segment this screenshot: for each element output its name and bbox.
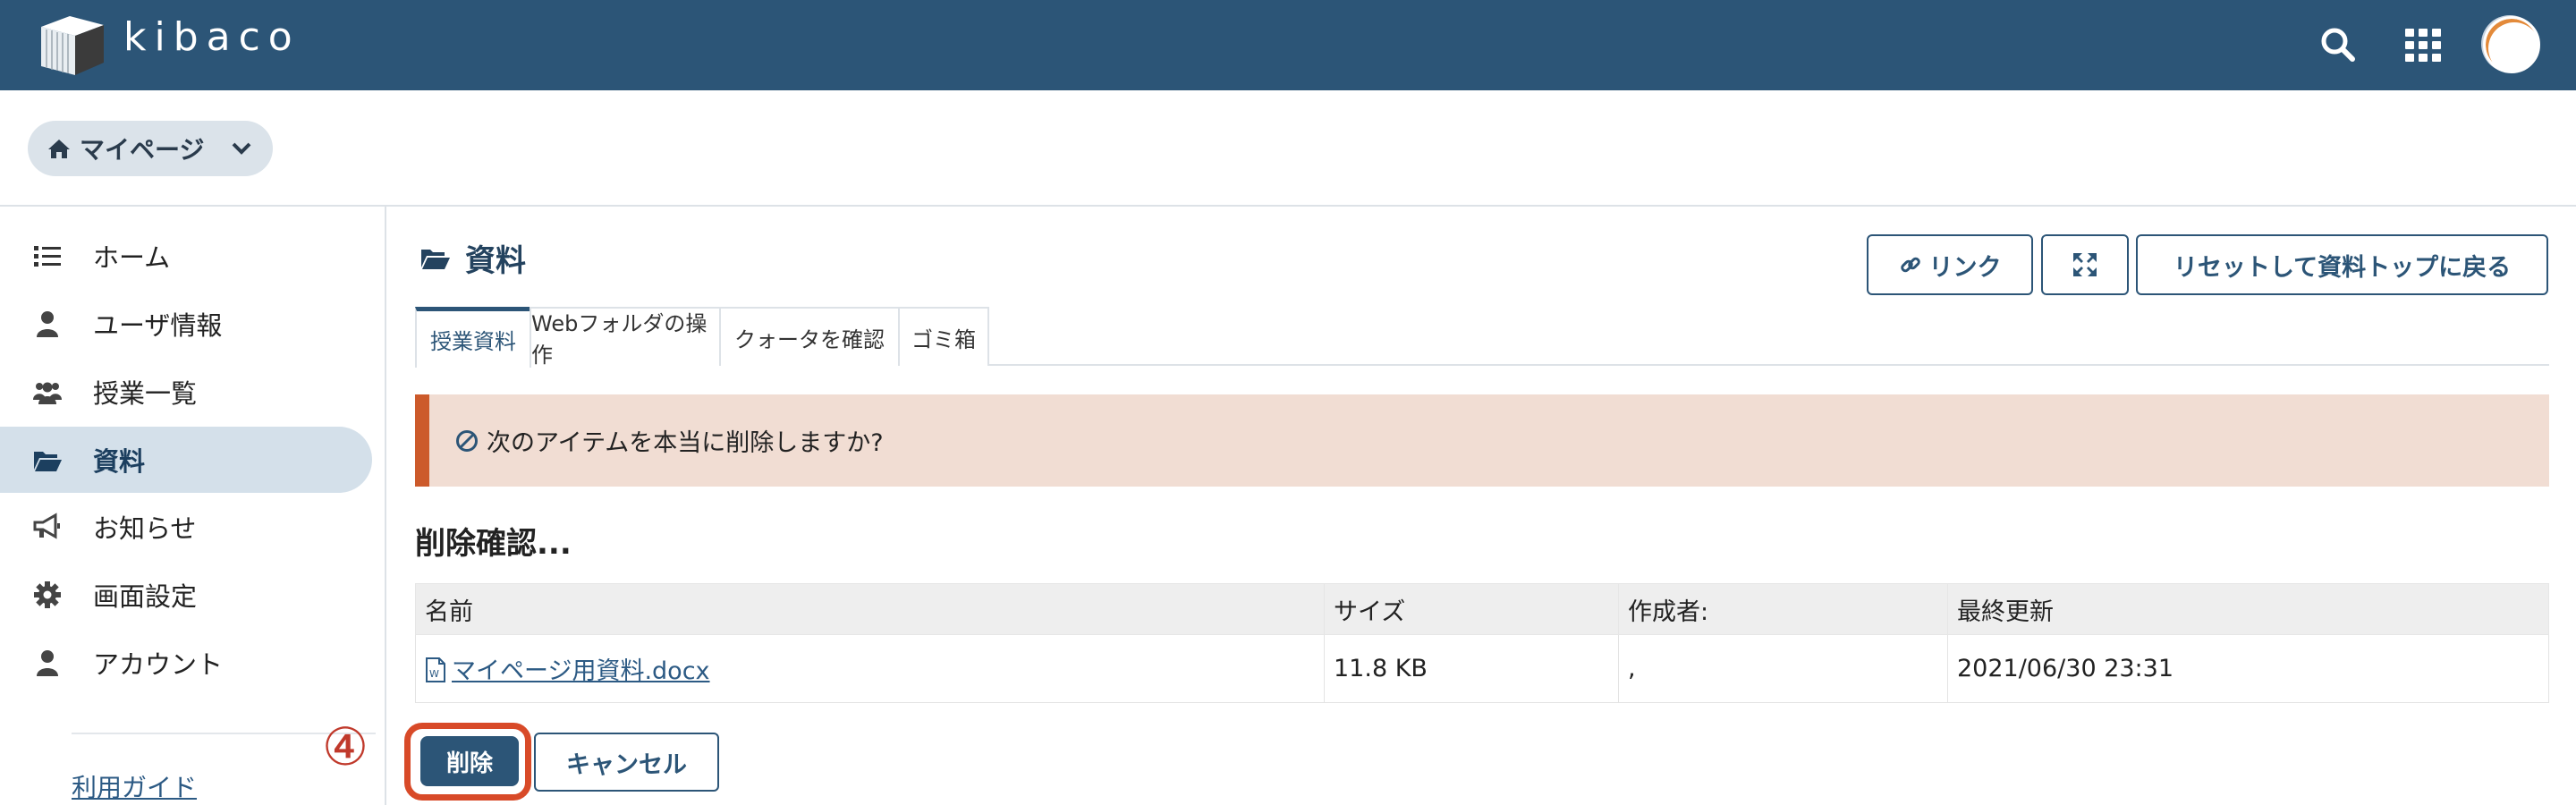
sidebar-item-resources[interactable]: 資料 bbox=[0, 427, 372, 493]
site-selector-bar: マイページ bbox=[0, 90, 2576, 207]
sidebar-item-label: アカウント bbox=[93, 649, 224, 680]
folder-open-icon bbox=[421, 249, 450, 269]
delete-button[interactable]: 削除 bbox=[420, 736, 519, 786]
delete-confirm-heading: 削除確認... bbox=[415, 526, 572, 562]
chevron-down-icon bbox=[232, 142, 251, 155]
table-row: W マイページ用資料.docx 11.8 KB , 2021/06/30 23:… bbox=[415, 634, 2549, 703]
tab-web-folder[interactable]: Webフォルダの操作 bbox=[530, 307, 721, 368]
tab-course-resources[interactable]: 授業資料 bbox=[415, 307, 531, 368]
sidebar-item-label: 資料 bbox=[93, 446, 146, 477]
column-header-modified: 最終更新 bbox=[1947, 583, 2549, 635]
user-guide-link[interactable]: 利用ガイド bbox=[72, 768, 197, 804]
home-icon bbox=[48, 140, 70, 158]
delete-confirm-alert: 次のアイテムを本当に削除しますか? bbox=[415, 394, 2549, 487]
users-icon bbox=[33, 382, 62, 404]
tab-check-quota[interactable]: クォータを確認 bbox=[719, 307, 900, 366]
sidebar-item-label: 画面設定 bbox=[93, 581, 198, 612]
cancel-button[interactable]: キャンセル bbox=[534, 733, 719, 792]
apps-grid-icon[interactable] bbox=[2402, 23, 2445, 66]
sidebar: ホーム ユーザ情報 授業一覧 資料 お知らせ 画面設定 アカウント 利用ガイド bbox=[0, 207, 386, 805]
alert-text: 次のアイテムを本当に削除しますか? bbox=[487, 429, 884, 457]
delete-items-table: 名前 サイズ 作成者: 最終更新 W マイページ用資料.docx 11.8 KB… bbox=[415, 583, 2549, 703]
mypage-label: マイページ bbox=[80, 135, 205, 165]
step-marker: ④ bbox=[322, 716, 369, 777]
svg-text:W: W bbox=[429, 668, 439, 680]
column-header-creator: 作成者: bbox=[1618, 583, 1948, 635]
reset-to-resources-top-button[interactable]: リセットして資料トップに戻る bbox=[2136, 234, 2548, 295]
sidebar-item-label: お知らせ bbox=[93, 513, 197, 544]
logo-text[interactable]: kibaco bbox=[123, 14, 301, 60]
cell-modified: 2021/06/30 23:31 bbox=[1947, 634, 2549, 703]
tab-bar: 授業資料 Webフォルダの操作 クォータを確認 ゴミ箱 bbox=[415, 307, 2549, 368]
expand-icon bbox=[2073, 253, 2097, 276]
top-navbar: kibaco bbox=[0, 0, 2576, 90]
tab-trash[interactable]: ゴミ箱 bbox=[898, 307, 989, 366]
word-file-icon: W bbox=[426, 657, 445, 682]
cell-name: W マイページ用資料.docx bbox=[415, 634, 1325, 703]
user-icon bbox=[37, 650, 58, 676]
page-title-text: 資料 bbox=[465, 243, 526, 279]
link-button[interactable]: リンク bbox=[1867, 234, 2033, 295]
link-button-label: リンク bbox=[1928, 253, 2002, 282]
column-header-name: 名前 bbox=[415, 583, 1325, 635]
avatar[interactable] bbox=[2483, 16, 2540, 73]
link-icon bbox=[1900, 257, 1920, 273]
gear-icon bbox=[34, 581, 61, 608]
column-header-size: サイズ bbox=[1324, 583, 1619, 635]
list-icon bbox=[34, 246, 61, 267]
table-header-row: 名前 サイズ 作成者: 最終更新 bbox=[415, 583, 2549, 635]
page-title: 資料 bbox=[420, 236, 526, 280]
ban-icon bbox=[456, 429, 478, 452]
sidebar-item-label: ホーム bbox=[93, 242, 171, 273]
user-icon bbox=[37, 311, 58, 337]
file-name: マイページ用資料.docx bbox=[452, 657, 710, 685]
cube-logo-icon[interactable] bbox=[38, 11, 107, 79]
sidebar-item-account[interactable]: アカウント bbox=[0, 630, 372, 696]
sidebar-item-announcements[interactable]: お知らせ bbox=[0, 494, 372, 560]
cell-creator: , bbox=[1618, 634, 1948, 703]
sidebar-item-home[interactable]: ホーム bbox=[0, 223, 372, 289]
sidebar-item-label: 授業一覧 bbox=[93, 378, 198, 409]
sidebar-item-display-settings[interactable]: 画面設定 bbox=[0, 562, 372, 628]
sidebar-item-courses[interactable]: 授業一覧 bbox=[0, 359, 372, 425]
search-icon[interactable] bbox=[2317, 23, 2360, 66]
file-link[interactable]: W マイページ用資料.docx bbox=[425, 657, 710, 685]
sidebar-item-label: ユーザ情報 bbox=[93, 310, 223, 341]
cell-size: 11.8 KB bbox=[1324, 634, 1619, 703]
fullscreen-button[interactable] bbox=[2041, 234, 2129, 295]
folder-open-icon bbox=[34, 452, 62, 471]
sidebar-item-user-info[interactable]: ユーザ情報 bbox=[0, 291, 372, 357]
mypage-dropdown[interactable]: マイページ bbox=[28, 121, 273, 176]
bullhorn-icon bbox=[33, 513, 60, 539]
